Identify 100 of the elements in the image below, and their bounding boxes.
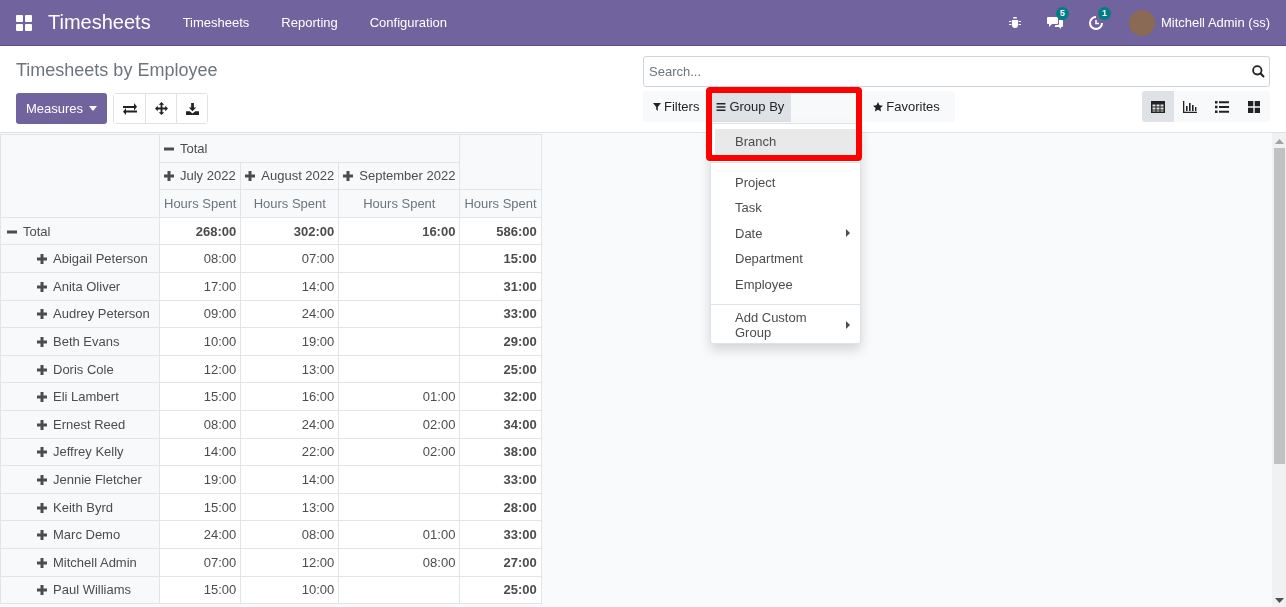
plus-icon[interactable] [164,171,174,182]
dropdown-item[interactable]: Task [715,195,856,221]
total-cell: 302:00 [240,217,339,245]
plus-icon[interactable] [37,530,47,541]
plus-icon[interactable] [37,281,47,292]
bug-icon[interactable] [1008,16,1021,29]
row-header[interactable]: Jeffrey Kelly [0,438,160,466]
column-header[interactable]: July 2022 [159,162,241,190]
table-cell: 24:00 [240,300,339,328]
table-cell: 12:00 [159,355,241,383]
total-cell: 38:00 [459,438,542,466]
row-header[interactable]: Eli Lambert [0,382,160,411]
total-cell: 27:00 [459,548,542,576]
row-header[interactable]: Beth Evans [0,327,160,356]
dropdown-item[interactable]: Branch [715,129,856,155]
measure-header[interactable]: Hours Spent [159,189,241,218]
plus-icon[interactable] [37,474,47,485]
menu-item[interactable]: Timesheets [166,15,266,30]
table-cell: 17:00 [159,272,241,301]
table-cell: 24:00 [159,520,241,549]
plus-icon[interactable] [37,254,47,265]
plus-icon[interactable] [37,309,47,320]
measures-button[interactable]: Measures [16,93,108,124]
table-cell: 16:00 [240,382,339,411]
total-cell: 25:00 [459,576,542,604]
search-icon[interactable] [1252,65,1265,78]
plus-icon[interactable] [245,171,256,182]
table-cell: 14:00 [240,272,339,301]
apps-grid-icon[interactable] [16,14,32,31]
kanban-icon [1248,100,1260,113]
column-header[interactable]: Total [159,134,460,163]
download-button[interactable] [176,94,208,123]
dropdown-item[interactable]: Employee [715,271,856,297]
column-header[interactable]: August 2022 [240,162,339,190]
plus-icon[interactable] [37,419,47,430]
favorites-toggle[interactable]: Favorites [863,91,947,122]
row-header[interactable]: Audrey Peterson [0,300,160,328]
table-cell: 13:00 [240,355,339,383]
table-icon [1151,100,1165,113]
plus-icon[interactable] [37,557,47,568]
column-header[interactable]: September 2022 [338,162,460,190]
plus-icon[interactable] [37,502,47,513]
row-header[interactable]: Jennie Fletcher [0,465,160,494]
filters-toggle[interactable]: Filters [643,91,707,122]
menu-item[interactable]: Reporting [265,15,354,30]
filter-icon [653,102,661,111]
total-cell: 31:00 [459,272,542,301]
table-cell: 22:00 [240,438,339,466]
row-header[interactable]: Mitchell Admin [0,548,160,576]
table-cell: 02:00 [338,438,460,466]
row-header[interactable]: Doris Cole [0,355,160,383]
submenu-caret-icon [846,229,850,238]
row-header[interactable]: Keith Byrd [0,493,160,521]
table-cell: 09:00 [159,300,241,328]
dropdown-item[interactable]: Date [715,220,856,246]
app-title[interactable]: Timesheets [48,11,151,34]
measure-header[interactable]: Hours Spent [459,189,542,218]
total-cell: 33:00 [459,465,542,494]
menu-item[interactable]: Configuration [353,15,464,30]
plus-icon[interactable] [37,364,47,375]
table-cell: 08:00 [159,410,241,439]
clock-icon[interactable] [1088,15,1103,30]
total-cell: 25:00 [459,355,542,383]
total-cell: 33:00 [459,300,542,328]
move-arrows-icon [154,102,168,115]
table-cell: 08:00 [338,548,460,576]
row-header[interactable]: Ernest Reed [0,410,160,439]
row-header[interactable]: Marc Demo [0,520,160,549]
dropdown-item[interactable]: Department [715,246,856,272]
table-cell: 15:00 [159,576,241,604]
table-cell: 01:00 [338,382,460,411]
list-icon [1215,100,1229,113]
plus-icon[interactable] [37,336,47,347]
plus-icon[interactable] [37,585,47,596]
row-header[interactable]: Abigail Peterson [0,244,160,273]
row-header[interactable]: Total [0,217,160,245]
view-switch-button[interactable] [1142,91,1174,122]
table-cell: 19:00 [240,327,339,356]
table-cell: 12:00 [240,548,339,576]
row-header[interactable]: Paul Williams [0,576,160,604]
total-cell: 33:00 [459,520,542,549]
chat-icon[interactable] [1046,16,1063,29]
dropdown-item[interactable]: Add Custom Group [715,312,856,338]
plus-icon[interactable] [343,171,354,182]
scroll-bar[interactable] [1272,133,1286,607]
bar-chart-icon [1183,100,1197,113]
table-cell: 10:00 [159,327,241,356]
row-header[interactable]: Anita Oliver [0,272,160,301]
table-cell: 07:00 [240,244,339,273]
measure-header[interactable]: Hours Spent [240,189,339,218]
plus-icon[interactable] [37,392,47,403]
page-title: Timesheets by Employee [16,59,219,82]
measure-header[interactable]: Hours Spent [338,189,460,218]
caret-icon [89,106,98,111]
user-name[interactable]: Mitchell Admin (ss) [1160,15,1270,30]
dropdown-item[interactable]: Project [715,169,856,195]
search-field[interactable]: Search... [643,56,1270,87]
total-cell: 29:00 [459,327,542,356]
table-cell: 13:00 [240,493,339,521]
plus-icon[interactable] [37,447,47,458]
